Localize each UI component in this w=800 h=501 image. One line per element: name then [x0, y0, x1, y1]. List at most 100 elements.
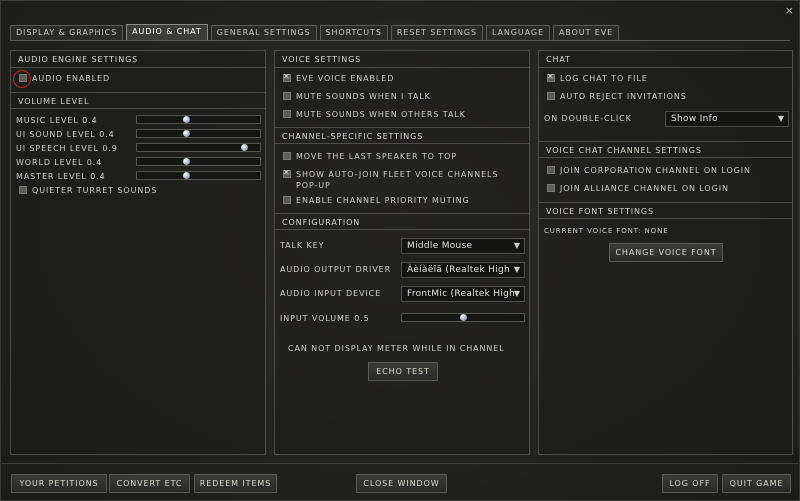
tab-reset-settings[interactable]: Reset Settings	[390, 25, 483, 40]
output-driver-label: Audio Output Driver	[280, 265, 392, 274]
tab-shortcuts[interactable]: Shortcuts	[319, 25, 388, 40]
input-volume-slider[interactable]	[401, 313, 525, 322]
tab-language[interactable]: Language	[485, 25, 550, 40]
ui-speech-level-label: UI Speech Level 0.9	[16, 144, 118, 153]
input-device-label: Audio Input Device	[280, 289, 382, 298]
join-alliance-label: Join Alliance Channel on Login	[560, 183, 729, 193]
master-level-slider[interactable]	[136, 171, 261, 180]
chevron-down-icon: ▼	[513, 289, 520, 298]
mute-talk-row[interactable]: Mute Sounds when I talk	[283, 90, 431, 102]
tab-about-eve[interactable]: About EVE	[552, 25, 620, 40]
move-speaker-row[interactable]: Move the last speaker to top	[283, 150, 457, 162]
music-level-slider[interactable]	[136, 115, 261, 124]
join-corp-label: Join Corporation Channel on Login	[560, 165, 751, 175]
voice-chat-channel-header: Voice Chat Channel Settings	[539, 141, 792, 158]
bottom-divider	[1, 463, 799, 464]
double-click-label: On Double-Click	[544, 114, 632, 123]
quieter-turret-checkbox[interactable]	[19, 186, 27, 194]
eve-voice-checkbox[interactable]	[283, 72, 291, 82]
slider-knob[interactable]	[183, 130, 190, 137]
audio-enabled-row[interactable]: Audio Enabled	[19, 72, 110, 84]
mute-talk-checkbox[interactable]	[283, 92, 291, 100]
close-icon[interactable]: ×	[785, 4, 794, 17]
auto-join-checkbox[interactable]	[283, 168, 291, 178]
audio-panel: Audio Engine Settings Audio Enabled Volu…	[10, 50, 266, 455]
eve-voice-label: EVE Voice Enabled	[296, 73, 395, 83]
tab-audio-chat[interactable]: Audio & Chat	[126, 24, 208, 40]
double-click-dropdown[interactable]: Show Info ▼	[665, 111, 789, 127]
output-driver-dropdown[interactable]: Àèíàëîã (Realtek High ▼	[401, 262, 525, 278]
talk-key-value: Middle Mouse	[407, 241, 473, 251]
join-corp-row[interactable]: Join Corporation Channel on Login	[547, 164, 751, 176]
redeem-items-button[interactable]: Redeem Items	[194, 474, 277, 493]
configuration-header: Configuration	[275, 213, 529, 230]
priority-muting-checkbox[interactable]	[283, 196, 291, 204]
mute-others-row[interactable]: Mute Sounds when others talk	[283, 108, 466, 120]
auto-join-row[interactable]: Show Auto-Join Fleet Voice Channels	[283, 168, 498, 180]
master-level-label: Master Level 0.4	[16, 172, 106, 181]
tab-general-settings[interactable]: General Settings	[210, 25, 317, 40]
move-speaker-label: Move the last speaker to top	[296, 151, 458, 161]
auto-reject-label: Auto Reject Invitations	[560, 91, 687, 101]
eve-voice-row[interactable]: EVE Voice Enabled	[283, 72, 394, 84]
priority-muting-label: Enable Channel Priority Muting	[296, 195, 470, 205]
voice-settings-header: Voice Settings	[275, 51, 529, 68]
close-window-button[interactable]: Close Window	[356, 474, 447, 493]
chevron-down-icon: ▼	[777, 114, 784, 123]
audio-engine-header: Audio Engine Settings	[11, 51, 265, 68]
mute-talk-label: Mute Sounds when I talk	[296, 91, 431, 101]
audio-enabled-checkbox[interactable]	[19, 74, 27, 82]
slider-knob[interactable]	[241, 144, 248, 151]
mute-others-label: Mute Sounds when others talk	[296, 109, 466, 119]
auto-reject-row[interactable]: Auto Reject Invitations	[547, 90, 687, 102]
chevron-down-icon: ▼	[513, 241, 520, 250]
meter-note: Can not display meter while in channel	[288, 344, 505, 353]
world-level-slider[interactable]	[136, 157, 261, 166]
join-alliance-checkbox[interactable]	[547, 184, 555, 192]
log-chat-label: Log Chat To File	[560, 73, 648, 83]
quit-game-button[interactable]: Quit Game	[722, 474, 791, 493]
voice-font-header: Voice Font Settings	[539, 202, 792, 219]
input-device-dropdown[interactable]: FrontMic (Realtek High ▼	[401, 286, 525, 302]
slider-knob[interactable]	[183, 158, 190, 165]
change-voice-font-button[interactable]: Change Voice Font	[609, 243, 723, 262]
chat-header: Chat	[539, 51, 792, 68]
ui-speech-level-slider[interactable]	[136, 143, 261, 152]
log-chat-row[interactable]: Log Chat To File	[547, 72, 648, 84]
log-chat-checkbox[interactable]	[547, 72, 555, 82]
tab-content-divider	[10, 40, 790, 41]
priority-muting-row[interactable]: Enable Channel Priority Muting	[283, 194, 470, 206]
channel-specific-header: Channel-Specific Settings	[275, 127, 529, 144]
settings-window: × Display & Graphics Audio & Chat Genera…	[0, 0, 800, 501]
tab-display-graphics[interactable]: Display & Graphics	[10, 25, 124, 40]
chat-panel: Chat Log Chat To File Auto Reject Invita…	[538, 50, 793, 455]
move-speaker-checkbox[interactable]	[283, 152, 291, 160]
music-level-label: Music Level 0.4	[16, 116, 98, 125]
quieter-turret-label: Quieter Turret Sounds	[32, 185, 158, 195]
double-click-value: Show Info	[671, 114, 718, 124]
input-volume-label: Input Volume 0.5	[280, 314, 370, 323]
tab-bar: Display & Graphics Audio & Chat General …	[10, 24, 620, 40]
convert-etc-button[interactable]: Convert ETC	[109, 474, 190, 493]
current-voice-font: Current Voice Font: None	[544, 227, 669, 235]
talk-key-label: Talk Key	[280, 241, 325, 250]
chevron-down-icon: ▼	[513, 265, 520, 274]
output-driver-value: Àèíàëîã (Realtek High	[407, 265, 511, 275]
talk-key-dropdown[interactable]: Middle Mouse ▼	[401, 238, 525, 254]
auto-reject-checkbox[interactable]	[547, 92, 555, 100]
slider-knob[interactable]	[183, 116, 190, 123]
mute-others-checkbox[interactable]	[283, 110, 291, 118]
audio-enabled-label: Audio Enabled	[32, 73, 111, 83]
auto-join-label: Show Auto-Join Fleet Voice Channels	[296, 169, 499, 179]
log-off-button[interactable]: Log Off	[662, 474, 718, 493]
your-petitions-button[interactable]: Your Petitions	[11, 474, 107, 493]
ui-sound-level-slider[interactable]	[136, 129, 261, 138]
input-device-value: FrontMic (Realtek High	[407, 289, 516, 299]
slider-knob[interactable]	[460, 314, 467, 321]
world-level-label: World Level 0.4	[16, 158, 103, 167]
join-corp-checkbox[interactable]	[547, 166, 555, 174]
join-alliance-row[interactable]: Join Alliance Channel on Login	[547, 182, 729, 194]
slider-knob[interactable]	[183, 172, 190, 179]
quieter-turret-row[interactable]: Quieter Turret Sounds	[19, 184, 157, 196]
echo-test-button[interactable]: Echo Test	[368, 362, 438, 381]
